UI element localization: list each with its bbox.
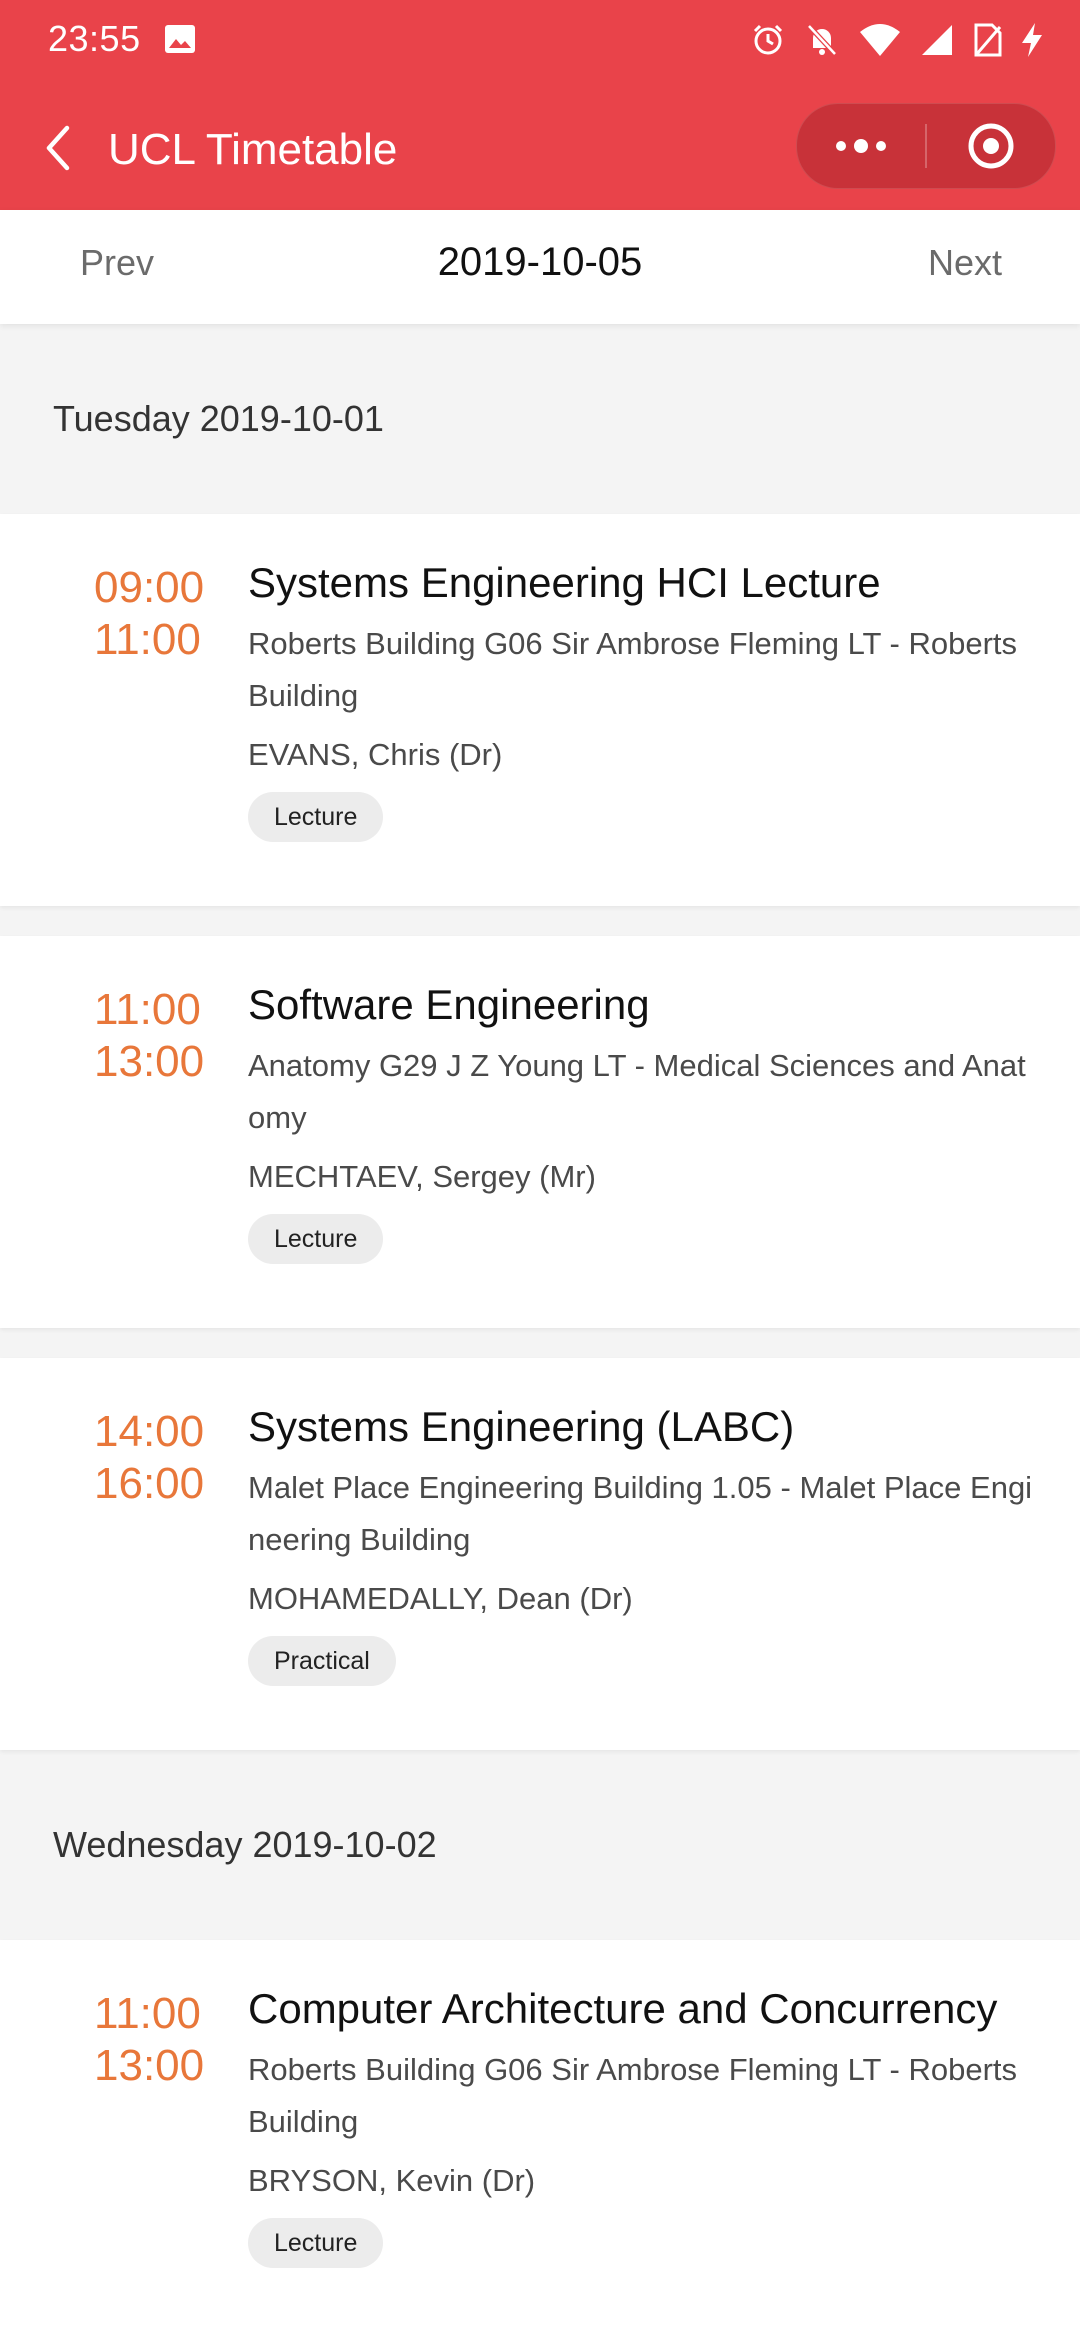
close-miniprogram-button[interactable] bbox=[927, 104, 1055, 188]
event-location: Roberts Building G06 Sir Ambrose Fleming… bbox=[248, 2052, 1018, 2139]
status-bar: 23:55 bbox=[0, 0, 1080, 80]
event-start-time: 14:00 bbox=[94, 1407, 205, 1456]
day-header: Wednesday 2019-10-02 bbox=[53, 1824, 437, 1865]
image-notification-icon bbox=[164, 24, 196, 54]
event-type-badge: Practical bbox=[248, 1636, 396, 1686]
event-type-badge: Lecture bbox=[248, 1214, 384, 1264]
event-teacher: BRYSON, Kevin (Dr) bbox=[248, 2163, 536, 2198]
status-time: 23:55 bbox=[48, 18, 141, 59]
event-card[interactable]: 14:00 16:00 Systems Engineering (LABC) M… bbox=[0, 1358, 1080, 1750]
status-icons bbox=[750, 20, 1044, 60]
event-start-time: 09:00 bbox=[94, 563, 205, 612]
back-button[interactable] bbox=[30, 116, 86, 180]
event-title: Systems Engineering (LABC) bbox=[248, 1403, 795, 1450]
event-type-badge: Lecture bbox=[248, 792, 384, 842]
alarm-icon bbox=[750, 22, 786, 58]
event-end-time: 11:00 bbox=[94, 615, 201, 664]
event-teacher: MOHAMEDALLY, Dean (Dr) bbox=[248, 1581, 633, 1616]
notifications-off-icon bbox=[804, 22, 840, 58]
wifi-icon bbox=[858, 22, 902, 58]
event-end-time: 16:00 bbox=[94, 1459, 205, 1508]
event-type-badge: Lecture bbox=[248, 2218, 384, 2268]
event-card[interactable]: 11:00 13:00 Computer Architecture and Co… bbox=[0, 1940, 1080, 2332]
signal-icon bbox=[920, 23, 954, 57]
event-title: Computer Architecture and Concurrency bbox=[248, 1985, 998, 2032]
date-navigation: Prev 2019-10-05 Next bbox=[0, 210, 1080, 324]
next-button[interactable]: Next bbox=[928, 242, 1002, 284]
event-title: Software Engineering bbox=[248, 981, 650, 1028]
event-end-time: 13:00 bbox=[94, 1037, 205, 1086]
event-times: 11:00 13:00 bbox=[94, 984, 224, 1088]
event-location: Malet Place Engineering Building 1.05 - … bbox=[248, 1470, 1033, 1557]
event-card[interactable]: 09:00 11:00 Systems Engineering HCI Lect… bbox=[0, 514, 1080, 906]
event-card[interactable]: 11:00 13:00 Software Engineering Anatomy… bbox=[0, 936, 1080, 1328]
more-dots-icon bbox=[836, 139, 886, 153]
charging-icon bbox=[1020, 22, 1044, 58]
current-date: 2019-10-05 bbox=[437, 240, 643, 284]
target-circle-icon bbox=[968, 123, 1014, 169]
page-title: UCL Timetable bbox=[108, 125, 398, 174]
timetable-list: Tuesday 2019-10-01 09:00 11:00 Systems E… bbox=[0, 324, 1080, 2332]
more-button[interactable] bbox=[797, 104, 925, 188]
miniprogram-capsule bbox=[796, 103, 1056, 189]
event-location: Anatomy G29 J Z Young LT - Medical Scien… bbox=[248, 1048, 1026, 1135]
event-location: Roberts Building G06 Sir Ambrose Fleming… bbox=[248, 626, 1018, 713]
event-teacher: MECHTAEV, Sergey (Mr) bbox=[248, 1159, 596, 1194]
chevron-left-icon bbox=[46, 125, 70, 171]
day-header: Tuesday 2019-10-01 bbox=[53, 398, 384, 439]
app-header: 23:55 UCL Timetable bbox=[0, 0, 1080, 210]
event-end-time: 13:00 bbox=[94, 2041, 205, 2090]
event-times: 09:00 11:00 bbox=[94, 562, 224, 666]
event-times: 11:00 13:00 bbox=[94, 1988, 224, 2092]
sim-off-icon bbox=[972, 23, 1002, 57]
title-bar: UCL Timetable bbox=[0, 90, 1080, 210]
event-title: Systems Engineering HCI Lecture bbox=[248, 559, 881, 606]
event-teacher: EVANS, Chris (Dr) bbox=[248, 737, 503, 772]
event-times: 14:00 16:00 bbox=[94, 1406, 224, 1510]
event-start-time: 11:00 bbox=[94, 985, 201, 1034]
event-start-time: 11:00 bbox=[94, 1989, 201, 2038]
